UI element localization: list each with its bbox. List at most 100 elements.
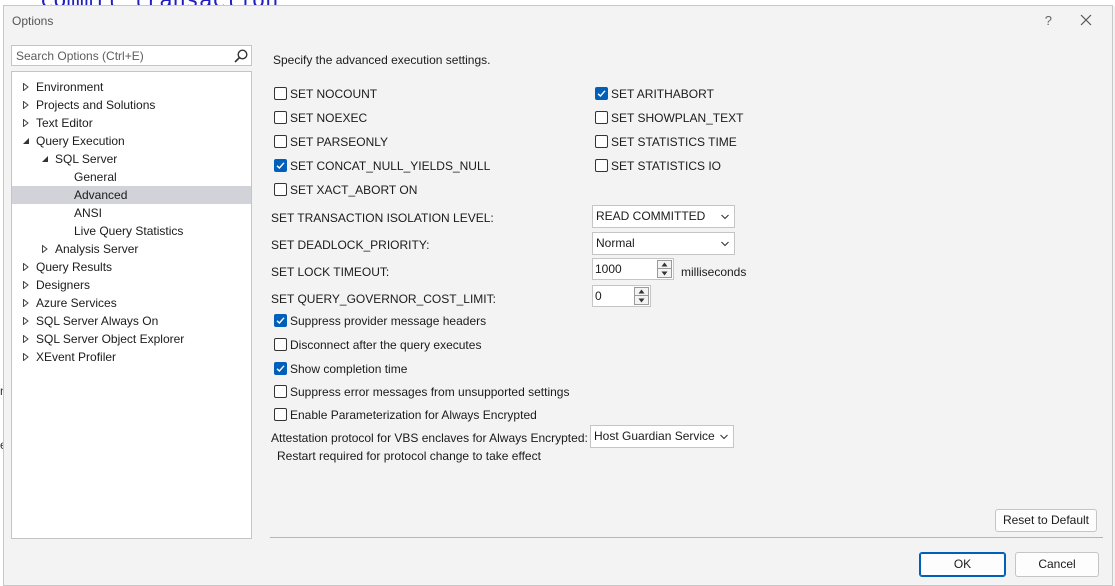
tree-item-sql-server-always-on[interactable]: SQL Server Always On <box>12 312 251 330</box>
tree-item-sql-server[interactable]: SQL Server <box>12 150 251 168</box>
tree-item-projects-and-solutions[interactable]: Projects and Solutions <box>12 96 251 114</box>
collapsed-arrow-icon[interactable] <box>22 299 30 307</box>
checkbox-checked[interactable] <box>274 314 287 327</box>
spin-down-button[interactable] <box>658 269 671 277</box>
page-heading: Specify the advanced execution settings. <box>273 53 491 67</box>
spinner-buttons <box>634 287 649 305</box>
tree-item-query-execution[interactable]: Query Execution <box>12 132 251 150</box>
isolation-level-value: READ COMMITTED <box>596 209 706 223</box>
tree-item-query-results[interactable]: Query Results <box>12 258 251 276</box>
attestation-protocol-label: Attestation protocol for VBS enclaves fo… <box>271 431 588 445</box>
collapsed-arrow-icon[interactable] <box>22 317 30 325</box>
checkbox-unchecked[interactable] <box>595 159 608 172</box>
checkmark-icon <box>276 162 285 169</box>
tree-item-text-editor[interactable]: Text Editor <box>12 114 251 132</box>
tree-item-xevent-profiler[interactable]: XEvent Profiler <box>12 348 251 366</box>
arrow-down-icon <box>638 298 645 302</box>
checkbox-unchecked[interactable] <box>274 385 287 398</box>
checkmark-icon <box>276 365 285 372</box>
attestation-protocol-dropdown[interactable]: Host Guardian Service <box>590 425 734 448</box>
search-icon[interactable] <box>233 48 249 64</box>
tree-item-azure-services[interactable]: Azure Services <box>12 294 251 312</box>
governor-cost-limit-stepper <box>592 285 651 307</box>
lock-timeout-label: SET LOCK TIMEOUT: <box>271 265 390 279</box>
close-button[interactable] <box>1074 8 1098 32</box>
tree-item-designers[interactable]: Designers <box>12 276 251 294</box>
tree-item-general[interactable]: General <box>12 168 251 186</box>
checkbox-label: Suppress provider message headers <box>290 314 487 328</box>
deadlock-priority-dropdown[interactable]: Normal <box>592 232 735 255</box>
tree-item-label: Azure Services <box>36 296 117 310</box>
checkbox-unchecked[interactable] <box>274 87 287 100</box>
tree-item-environment[interactable]: Environment <box>12 78 251 96</box>
collapsed-arrow-icon[interactable] <box>22 119 30 127</box>
restart-note: Restart required for protocol change to … <box>277 449 541 463</box>
spin-up-button[interactable] <box>658 261 671 269</box>
ok-button[interactable]: OK <box>919 552 1006 577</box>
tree-item-advanced[interactable]: Advanced <box>12 186 251 204</box>
settings-panel: Specify the advanced execution settings.… <box>270 46 1110 536</box>
checkmark-icon <box>597 90 606 97</box>
collapsed-arrow-icon[interactable] <box>22 263 30 271</box>
isolation-level-label: SET TRANSACTION ISOLATION LEVEL: <box>271 211 494 225</box>
collapsed-arrow-icon[interactable] <box>22 335 30 343</box>
checkbox-unchecked[interactable] <box>274 111 287 124</box>
tree-item-label: Projects and Solutions <box>36 98 156 112</box>
tree-item-label: Environment <box>36 80 104 94</box>
tree-item-label: Advanced <box>74 188 128 202</box>
checkbox-unchecked[interactable] <box>595 111 608 124</box>
tree-item-analysis-server[interactable]: Analysis Server <box>12 240 251 258</box>
tree-item-label: Text Editor <box>36 116 93 130</box>
options-tree: Environment Projects and Solutions Text Ed… <box>11 71 252 539</box>
checkbox-label: SET CONCAT_NULL_YIELDS_NULL <box>290 159 491 173</box>
checkbox-unchecked[interactable] <box>274 135 287 148</box>
checkbox-label: Show completion time <box>290 362 408 376</box>
tree-item-label: ANSI <box>74 206 103 220</box>
spin-up-button[interactable] <box>635 288 648 296</box>
lock-timeout-units: milliseconds <box>681 265 747 279</box>
expanded-arrow-icon[interactable] <box>41 155 49 163</box>
checkbox-unchecked[interactable] <box>274 183 287 196</box>
checkbox-unchecked[interactable] <box>595 135 608 148</box>
collapsed-arrow-icon[interactable] <box>41 245 49 253</box>
deadlock-priority-value: Normal <box>596 236 635 250</box>
checkbox-label: SET STATISTICS IO <box>611 159 722 173</box>
checkbox-label: Suppress error messages from unsupported… <box>290 385 570 399</box>
help-button[interactable]: ? <box>1045 13 1052 28</box>
checkbox-label: SET SHOWPLAN_TEXT <box>611 111 744 125</box>
expanded-arrow-icon[interactable] <box>22 137 30 145</box>
attestation-protocol-value: Host Guardian Service <box>594 429 715 443</box>
chevron-down-icon <box>721 214 729 220</box>
tree-item-ansi[interactable]: ANSI <box>12 204 251 222</box>
checkbox-checked[interactable] <box>595 87 608 100</box>
tree-item-live-query-statistics[interactable]: Live Query Statistics <box>12 222 251 240</box>
collapsed-arrow-icon[interactable] <box>22 101 30 109</box>
collapsed-arrow-icon[interactable] <box>22 281 30 289</box>
tree-item-label: Query Results <box>36 260 113 274</box>
arrow-up-icon <box>638 289 645 294</box>
tree-item-label: SQL Server Always On <box>36 314 159 328</box>
lock-timeout-input[interactable] <box>593 259 655 279</box>
spin-down-button[interactable] <box>635 296 648 304</box>
collapsed-arrow-icon[interactable] <box>22 83 30 91</box>
isolation-level-dropdown[interactable]: READ COMMITTED <box>592 205 735 228</box>
checkbox-checked[interactable] <box>274 159 287 172</box>
collapsed-arrow-icon[interactable] <box>22 353 30 361</box>
checkmark-icon <box>276 317 285 324</box>
tree-item-label: General <box>74 170 117 184</box>
deadlock-priority-label: SET DEADLOCK_PRIORITY: <box>271 238 430 252</box>
governor-cost-limit-input[interactable] <box>593 286 633 306</box>
search-input[interactable] <box>12 46 230 65</box>
title-bar: Options ? <box>4 6 1112 36</box>
chevron-down-icon <box>720 434 728 440</box>
cancel-button[interactable]: Cancel <box>1015 552 1099 577</box>
checkbox-unchecked[interactable] <box>274 338 287 351</box>
checkbox-checked[interactable] <box>274 362 287 375</box>
tree-item-label: SQL Server Object Explorer <box>36 332 185 346</box>
tree-item-sql-server-object-explorer[interactable]: SQL Server Object Explorer <box>12 330 251 348</box>
checkbox-unchecked[interactable] <box>274 408 287 421</box>
checkbox-label: SET NOCOUNT <box>290 87 378 101</box>
reset-to-default-button[interactable]: Reset to Default <box>995 509 1097 532</box>
tree-item-label: Analysis Server <box>55 242 139 256</box>
chevron-down-icon <box>721 241 729 247</box>
